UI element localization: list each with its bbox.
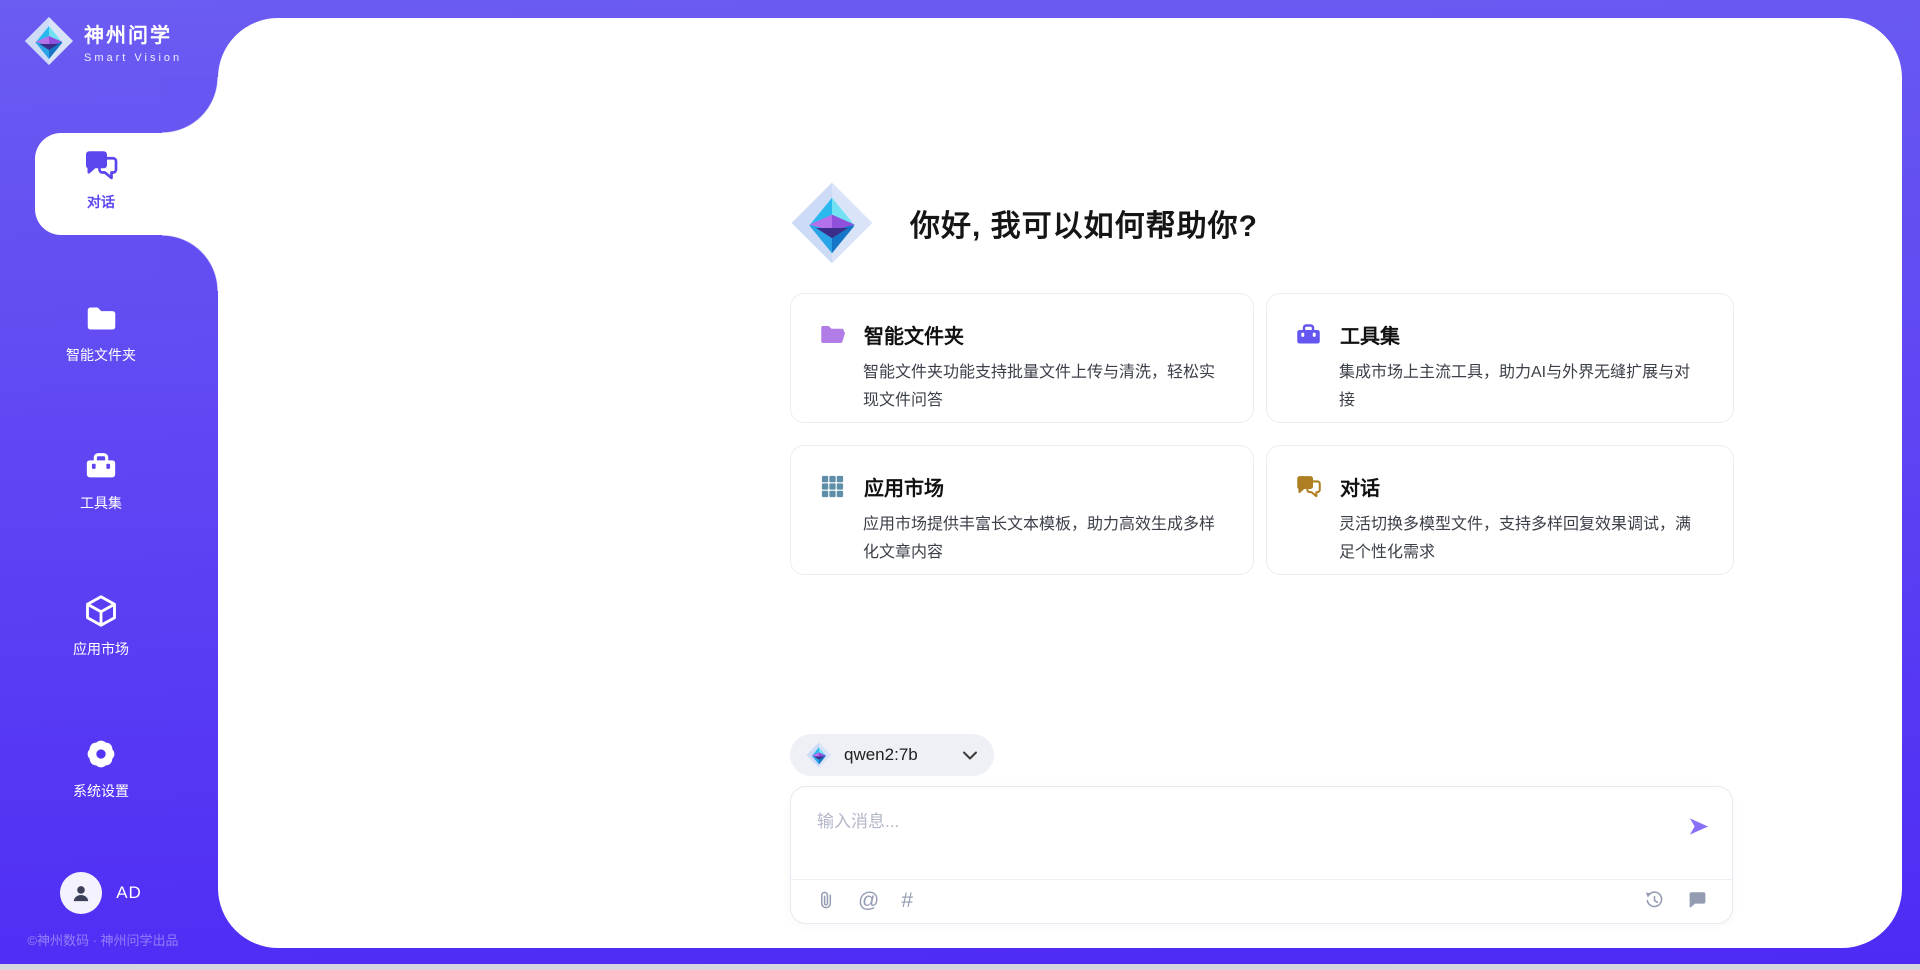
sidebar-item-label: 对话 [87,192,115,212]
sidebar-item-chat[interactable]: 对话 [35,133,218,235]
app-background: { "brand": { "name": "神州问学", "tagline": … [0,0,1920,970]
chat-icon [83,147,119,183]
greeting-text: 你好, 我可以如何帮助你? [910,201,1258,245]
paperclip-icon [817,890,836,911]
main-content-panel: 你好, 我可以如何帮助你? 智能文件夹 智能文件夹功能支持批量文件上传与清洗，轻… [218,18,1902,948]
sidebar-item-settings[interactable]: 系统设置 [0,737,202,801]
sidebar-item-smart-folder[interactable]: 智能文件夹 [0,302,202,365]
assistant-gem-icon [790,181,874,265]
sidebar-item-label: 应用市场 [73,639,129,659]
history-icon [1644,890,1665,911]
model-name: qwen2:7b [844,745,950,765]
card-head: 应用市场 [819,472,1225,501]
brand-name: 神州问学 [84,19,182,48]
message-input[interactable] [817,807,1657,837]
sidebar-item-label: 智能文件夹 [66,345,136,365]
person-icon [68,880,94,906]
window-bottom-edge [0,964,1920,970]
at-icon: @ [858,890,879,911]
greeting-block: 你好, 我可以如何帮助你? [790,181,1258,265]
card-title: 智能文件夹 [864,320,964,349]
brand-text: 神州问学 Smart Vision [84,19,182,64]
composer-toolbar: @ # [817,883,1708,917]
card-title: 对话 [1340,472,1380,501]
toolbox-icon [84,449,118,483]
card-description: 集成市场上主流工具，助力AI与外界无缝扩展与对接 [1339,359,1705,415]
card-head: 对话 [1295,472,1705,501]
avatar [60,872,102,914]
card-title: 应用市场 [864,472,944,501]
topic-button[interactable]: # [901,890,913,911]
conversation-button[interactable] [1687,890,1708,911]
folder-open-icon [819,321,846,348]
card-description: 应用市场提供丰富长文本模板，助力高效生成多样化文章内容 [863,511,1225,567]
sidebar: 神州问学 Smart Vision 对话 智能文件夹 工具集 应用市场 系统设置… [0,0,218,970]
card-chat[interactable]: 对话 灵活切换多模型文件，支持多样回复效果调试，满足个性化需求 [1266,445,1734,575]
feature-cards-grid: 智能文件夹 智能文件夹功能支持批量文件上传与清洗，轻松实现文件问答 工具集 集成… [790,293,1734,575]
user-name: AD [116,883,142,903]
chat-icon [1295,473,1322,500]
nav-inner: 对话 [35,133,167,212]
sidebar-item-app-market[interactable]: 应用市场 [0,593,202,659]
sidebar-item-label: 工具集 [80,493,122,513]
sidebar-item-toolkit[interactable]: 工具集 [0,449,202,513]
card-head: 智能文件夹 [819,320,1225,349]
grid-icon [819,473,846,500]
gear-icon [84,737,118,771]
hash-icon: # [901,890,913,911]
chevron-down-icon [962,751,978,760]
model-gem-icon [806,742,832,768]
card-title: 工具集 [1340,320,1400,349]
message-composer: @ # [790,786,1733,924]
card-app-market[interactable]: 应用市场 应用市场提供丰富长文本模板，助力高效生成多样化文章内容 [790,445,1254,575]
attach-file-button[interactable] [817,890,836,911]
brand-logo: 神州问学 Smart Vision [24,16,182,66]
cube-icon [83,593,119,629]
mention-button[interactable]: @ [858,890,879,911]
comment-icon [1687,890,1708,911]
history-button[interactable] [1644,890,1665,911]
card-description: 灵活切换多模型文件，支持多样回复效果调试，满足个性化需求 [1339,511,1705,567]
toolbox-icon [1295,321,1322,348]
card-toolkit[interactable]: 工具集 集成市场上主流工具，助力AI与外界无缝扩展与对接 [1266,293,1734,423]
sidebar-item-label: 系统设置 [73,781,129,801]
card-head: 工具集 [1295,320,1705,349]
card-description: 智能文件夹功能支持批量文件上传与清洗，轻松实现文件问答 [863,359,1225,415]
send-icon [1687,815,1710,838]
user-profile[interactable]: AD [0,872,202,914]
composer-divider [791,879,1732,880]
model-selector[interactable]: qwen2:7b [790,734,994,776]
card-smart-folder[interactable]: 智能文件夹 智能文件夹功能支持批量文件上传与清洗，轻松实现文件问答 [790,293,1254,423]
folder-icon [85,302,118,335]
send-button[interactable] [1687,815,1710,838]
logo-gem-icon [24,16,74,66]
brand-tagline: Smart Vision [84,52,182,64]
copyright-footer: ©神州数码 · 神州问学出品 [0,930,206,949]
